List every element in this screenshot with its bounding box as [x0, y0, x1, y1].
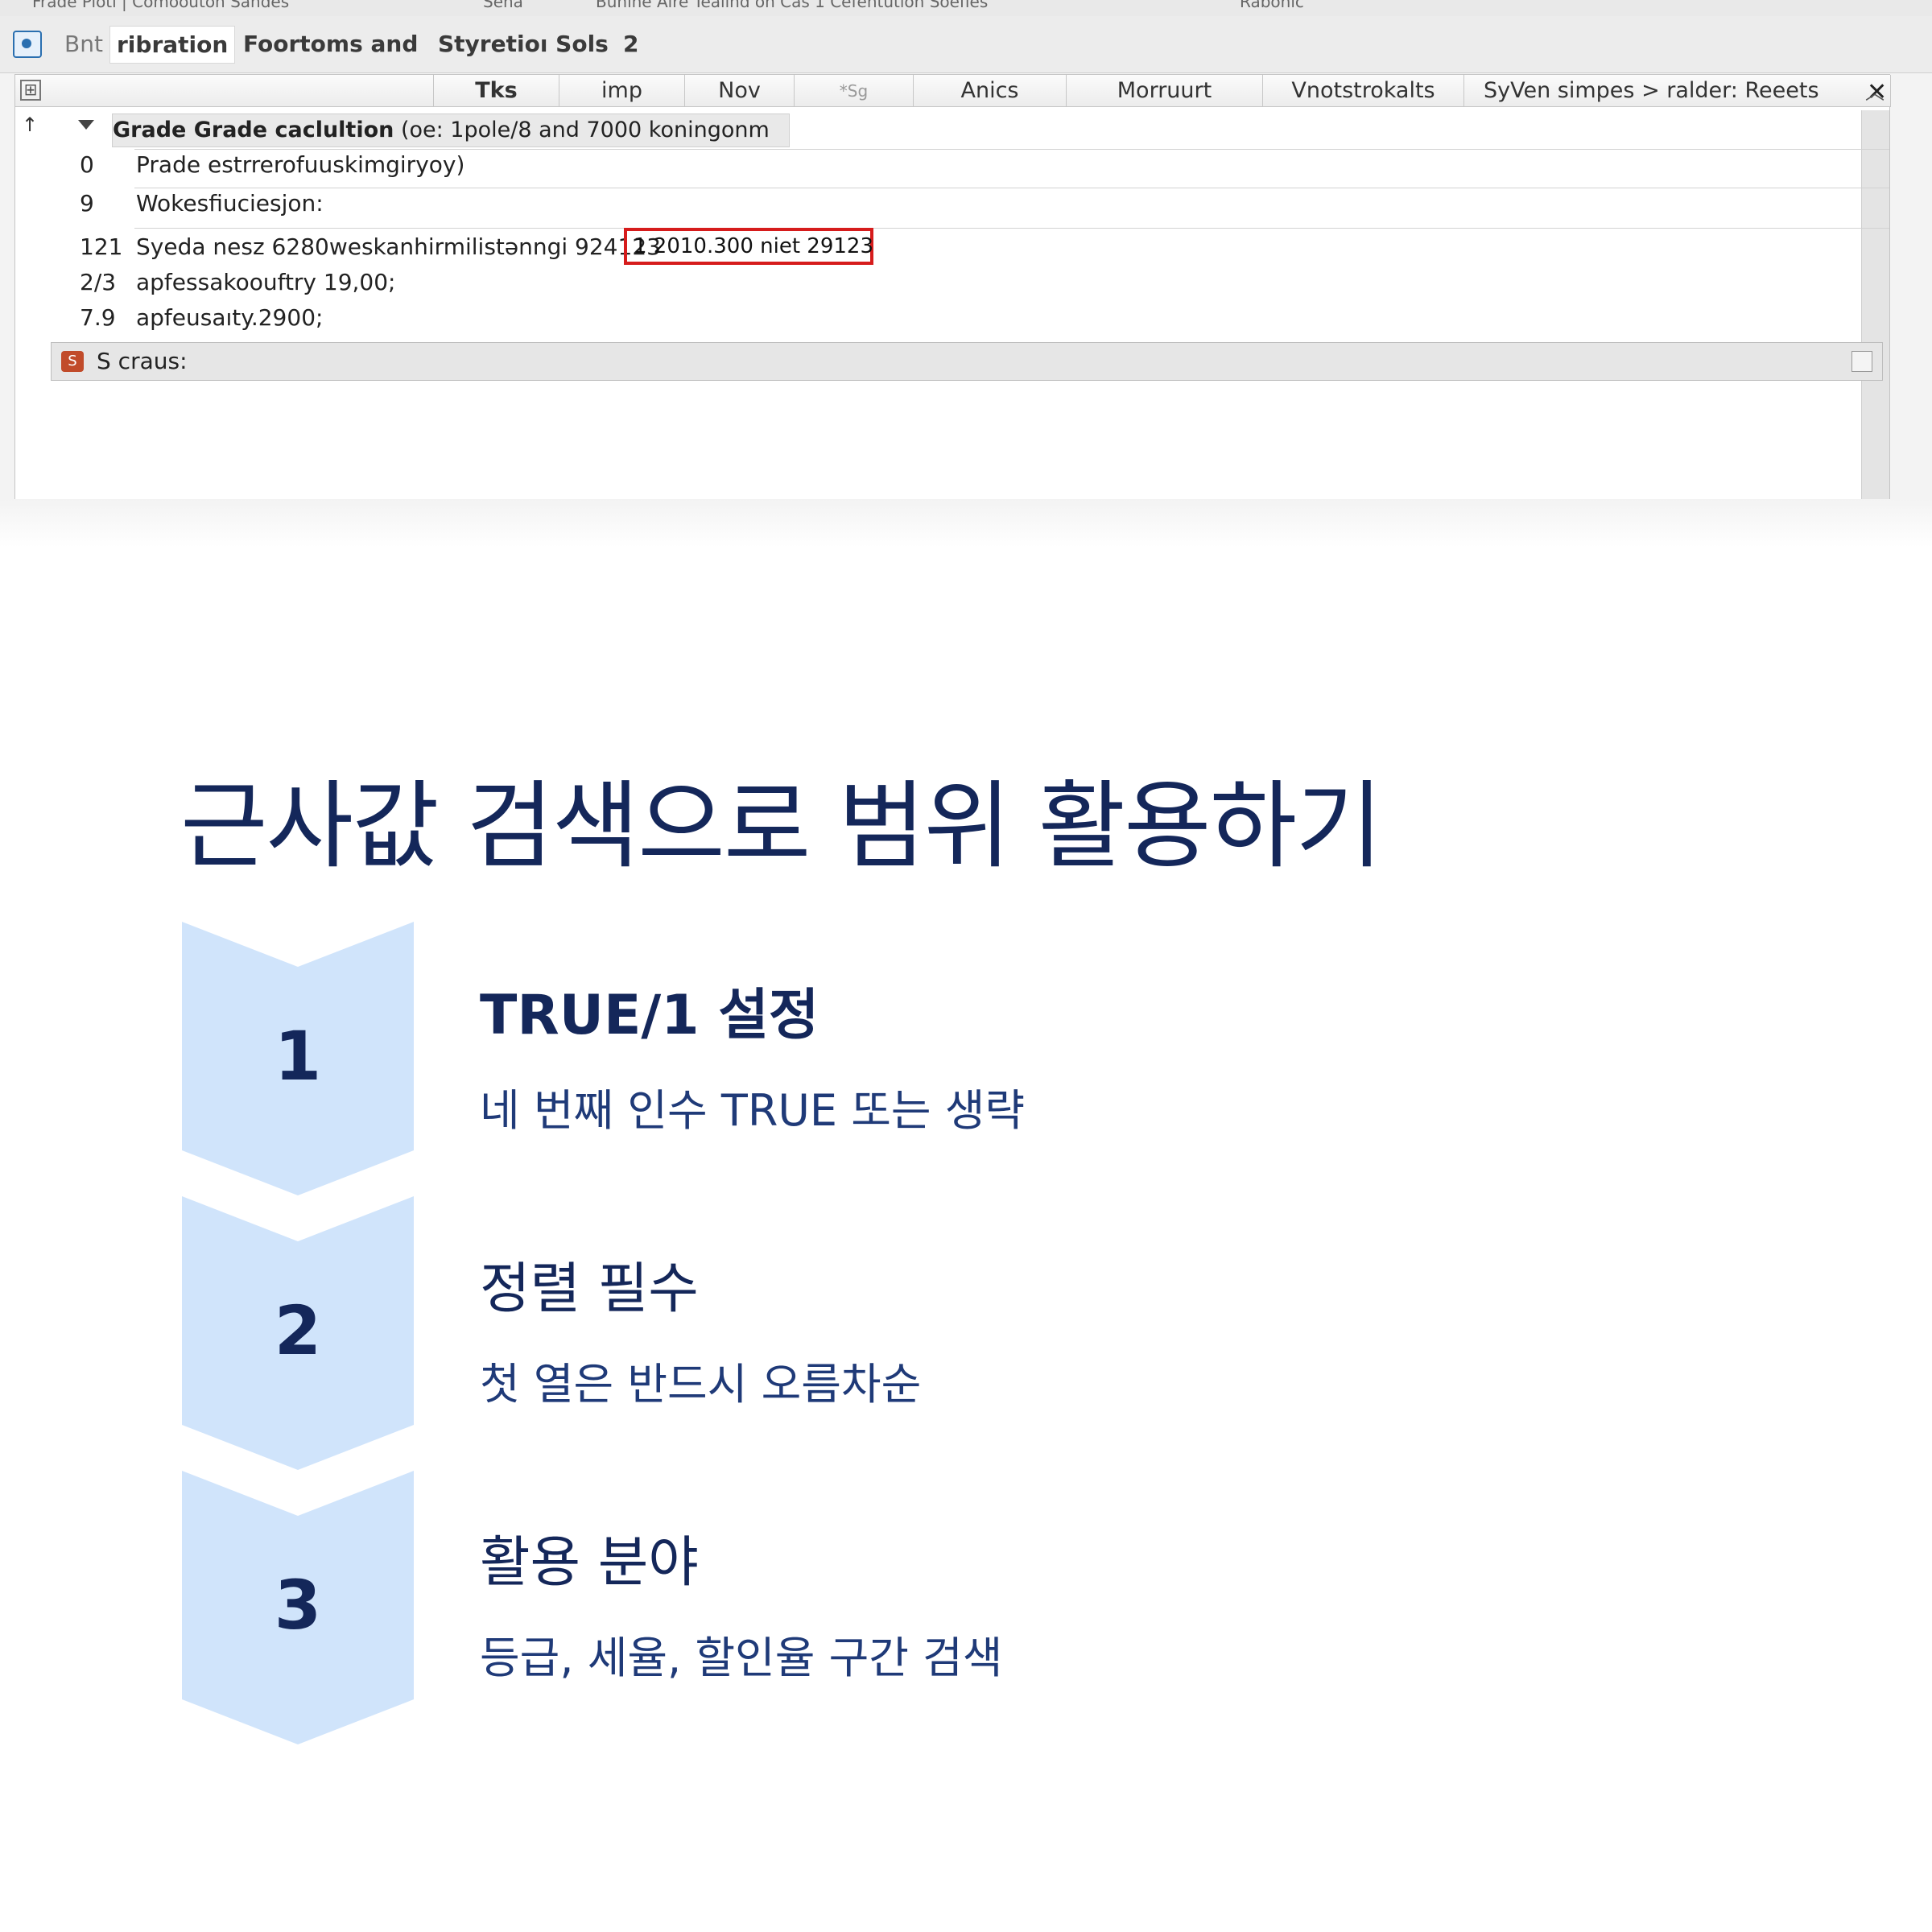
- step-title: 정렬 필수: [480, 1257, 699, 1321]
- menu-item[interactable]: Buhihe Aire Tealind on Cas 1 Cefentution…: [596, 0, 988, 11]
- tab-bnt[interactable]: Bnt: [64, 31, 103, 57]
- step-description: 첫 열은 반드시 오름차순: [480, 1359, 922, 1410]
- row-divider: [134, 228, 1889, 229]
- status-icon: S: [61, 351, 84, 372]
- column-header[interactable]: *Sg: [795, 75, 914, 107]
- row-index: 9: [80, 190, 94, 217]
- row-index: 121: [80, 233, 123, 260]
- step-description: 네 번째 인수 TRUE 또는 생략: [480, 1085, 1026, 1136]
- group-subtitle: (oe: 1pole/8 and 7000 koningonm: [394, 118, 770, 142]
- menu-item[interactable]: Frade Pioti | Comoouton Sandes: [32, 0, 289, 11]
- grid-toggle-icon[interactable]: ⊞: [20, 80, 41, 101]
- group-header[interactable]: Grade Grade caclultion (oe: 1pole/8 and …: [112, 114, 790, 147]
- step-chevron: 3: [182, 1471, 414, 1744]
- column-header[interactable]: Morruurt: [1067, 75, 1263, 107]
- row-index: 7.9: [80, 304, 116, 331]
- tab-ribration[interactable]: ribration: [109, 26, 236, 64]
- target-icon[interactable]: [13, 31, 42, 58]
- step-chevron: 1: [182, 922, 414, 1195]
- column-header[interactable]: SyVen simpes > ralder: Reeets: [1464, 75, 1891, 107]
- grid-corner: ⊞: [15, 75, 434, 107]
- column-header[interactable]: Tks: [434, 75, 559, 107]
- row-index: 0: [80, 151, 94, 178]
- screenshot-fade: [0, 499, 1932, 547]
- row-text: Prade estrrerofuuskimgiryoy): [136, 151, 465, 178]
- menu-item[interactable]: Sena: [483, 0, 523, 11]
- column-header[interactable]: Vnotstrokalts: [1263, 75, 1464, 107]
- group-title: Grade Grade caclultion: [113, 118, 394, 142]
- status-bar: S S craus:: [51, 342, 1883, 381]
- row-text: apfessakoouftry 19,00;: [136, 269, 396, 295]
- column-header[interactable]: imp: [559, 75, 685, 107]
- step-title: 활용 분야: [480, 1531, 699, 1595]
- row-text: Wokesfiuciesjon:: [136, 190, 324, 217]
- step-description: 등급, 세율, 할인율 구간 검색: [480, 1633, 1003, 1683]
- row-index: 2/3: [80, 269, 117, 295]
- highlight-text: 1 2010.300 niet 29123: [634, 234, 873, 258]
- row-text: apfeusaıty.2900;: [136, 304, 324, 331]
- sort-arrow-icon[interactable]: ↑: [22, 114, 38, 136]
- menu-bar: Frade Pioti | Comoouton Sandes Sena Buhi…: [0, 0, 1932, 17]
- step-number: 2: [274, 1291, 322, 1370]
- column-header[interactable]: Nov: [685, 75, 795, 107]
- slide-title: 근사값 검색으로 범위 활용하기: [180, 770, 1383, 881]
- tab-bar: Bnt ribration Foortoms and Styretioı Sol…: [0, 16, 1932, 73]
- step-chevron: 2: [182, 1196, 414, 1470]
- column-header[interactable]: Anics: [914, 75, 1067, 107]
- step-number: 1: [274, 1017, 322, 1096]
- scroll-up-icon[interactable]: ︿: [1860, 75, 1889, 110]
- spreadsheet-screenshot: Frade Pioti | Comoouton Sandes Sena Buhi…: [0, 0, 1932, 547]
- tab-foortoms[interactable]: Foortoms and: [243, 31, 418, 57]
- collapse-triangle-icon[interactable]: [78, 120, 94, 130]
- data-grid: ⊞ Tks imp Nov *Sg Anics Morruurt Vnotstr…: [14, 74, 1891, 547]
- tab-styretio-sols[interactable]: Styretioı Sols: [438, 31, 609, 57]
- vertical-scrollbar[interactable]: [1861, 110, 1889, 547]
- highlighted-cell[interactable]: 1 2010.300 niet 29123: [624, 228, 873, 265]
- tab-2[interactable]: 2: [623, 31, 638, 57]
- status-label: S craus:: [97, 348, 188, 374]
- step-title: TRUE/1 설정: [480, 984, 819, 1047]
- menu-item[interactable]: Rabonic: [1240, 0, 1304, 11]
- status-expand-button[interactable]: [1852, 351, 1872, 372]
- step-number: 3: [274, 1566, 322, 1645]
- row-text: Syeda nesz 6280weskanhirmilistǝnngi 9241…: [136, 233, 661, 260]
